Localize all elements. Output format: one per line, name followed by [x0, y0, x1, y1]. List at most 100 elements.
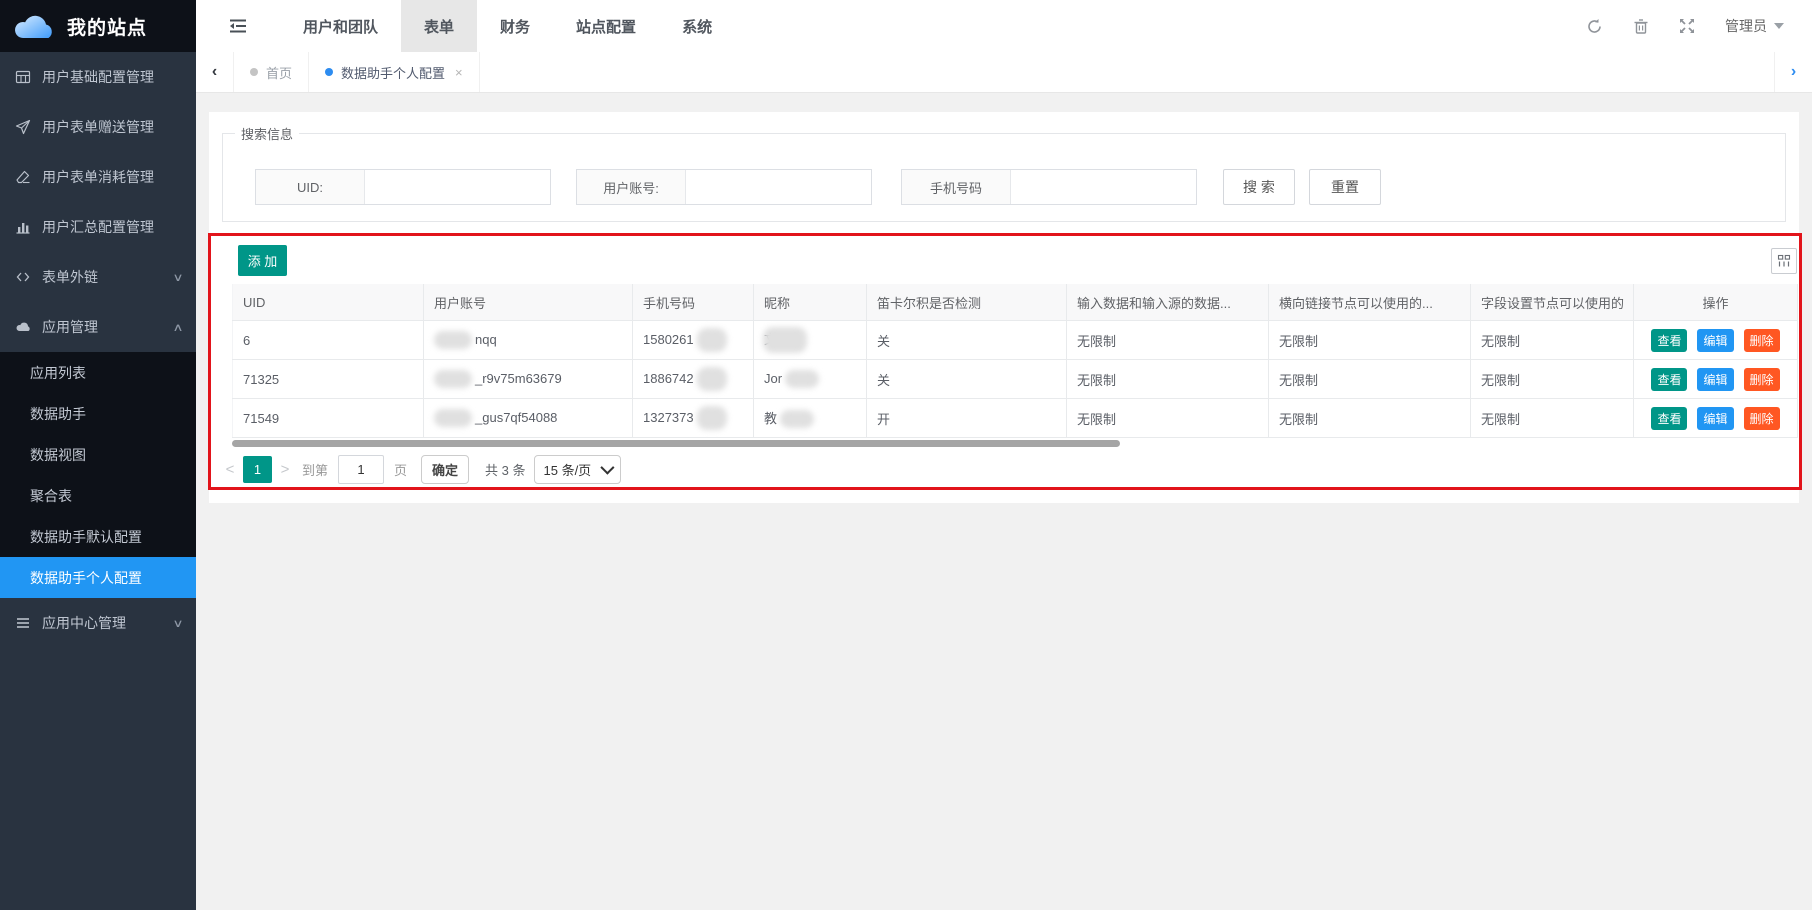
table-cell: 文 — [754, 321, 867, 360]
edit-button[interactable]: 编辑 — [1697, 329, 1733, 352]
redaction-blur — [785, 370, 819, 388]
redaction-blur — [434, 331, 472, 349]
phone-input[interactable] — [1011, 170, 1196, 204]
nav-item-site-config[interactable]: 站点配置 — [553, 0, 659, 52]
sidebar-subitem-aggregate-table[interactable]: 聚合表 — [0, 475, 196, 516]
nav-item-users-teams[interactable]: 用户和团队 — [280, 0, 401, 52]
nav-item-system[interactable]: 系统 — [659, 0, 735, 52]
page-1-button[interactable]: 1 — [243, 456, 272, 483]
search-button[interactable]: 搜 索 — [1223, 169, 1295, 205]
tab-home[interactable]: 首页 — [234, 52, 309, 92]
table-cell: 71549 — [233, 399, 424, 438]
trash-icon[interactable] — [1633, 18, 1649, 35]
user-menu[interactable]: 管理员 — [1725, 16, 1784, 36]
tabs-scroll-left-icon[interactable]: ‹ — [196, 52, 234, 92]
sidebar-item-label: 应用管理 — [42, 317, 163, 337]
sidebar-subitem-data-helper[interactable]: 数据助手 — [0, 393, 196, 434]
cloud-icon — [15, 319, 31, 335]
app-window: 我的站点 用户基础配置管理 用户表单赠送管理 用户表单消耗管理 用户汇总配置管理… — [0, 0, 1812, 910]
table-cell: 关 — [867, 360, 1067, 399]
nav-item-forms[interactable]: 表单 — [401, 0, 477, 52]
sidebar-subitem-app-list[interactable]: 应用列表 — [0, 352, 196, 393]
refresh-icon[interactable] — [1586, 18, 1603, 35]
column-settings-button[interactable] — [1771, 248, 1797, 274]
table-cell: 无限制 — [1269, 360, 1471, 399]
next-page-icon[interactable]: > — [274, 461, 296, 478]
table-cell: _r9v75m63679 — [424, 360, 633, 399]
column-header: 横向链接节点可以使用的... — [1269, 284, 1471, 321]
content-card: 搜索信息 UID: 用户账号: 手机号码 搜 索 重置 添 加 — [209, 112, 1799, 503]
column-header: 昵称 — [754, 284, 867, 321]
content-area: 搜索信息 UID: 用户账号: 手机号码 搜 索 重置 添 加 — [196, 92, 1812, 910]
close-icon[interactable]: × — [455, 65, 463, 80]
prev-page-icon[interactable]: < — [219, 461, 241, 478]
goto-page-input[interactable] — [338, 455, 384, 484]
sidebar-subitem-helper-personal-config[interactable]: 数据助手个人配置 — [0, 557, 196, 598]
sidebar-item-app-center-manage[interactable]: 应用中心管理 ∨ — [0, 598, 196, 648]
add-button[interactable]: 添 加 — [238, 245, 287, 276]
sidebar-item-user-base-config[interactable]: 用户基础配置管理 — [0, 52, 196, 102]
account-field-group: 用户账号: — [576, 169, 872, 205]
edit-button[interactable]: 编辑 — [1697, 368, 1733, 391]
edit-button[interactable]: 编辑 — [1697, 407, 1733, 430]
delete-button[interactable]: 删除 — [1744, 329, 1780, 352]
sidebar-collapse-button[interactable] — [196, 0, 280, 52]
hamburger-icon — [15, 615, 31, 631]
sidebar-subitem-data-view[interactable]: 数据视图 — [0, 434, 196, 475]
table-cell: 教 — [754, 399, 867, 438]
page-tabbar: ‹ 首页 数据助手个人配置 × › — [196, 52, 1812, 93]
confirm-button[interactable]: 确定 — [421, 455, 469, 484]
fullscreen-icon[interactable] — [1679, 18, 1695, 34]
total-count-label: 共 3 条 — [485, 460, 525, 479]
nav-item-finance[interactable]: 财务 — [477, 0, 553, 52]
view-button[interactable]: 查看 — [1651, 407, 1687, 430]
tabs-scroll-right-icon[interactable]: › — [1774, 52, 1812, 92]
sidebar-item-label: 应用中心管理 — [42, 613, 163, 633]
navbar-tools: 管理员 — [1586, 0, 1812, 52]
delete-button[interactable]: 删除 — [1744, 368, 1780, 391]
subitem-label: 数据助手 — [30, 404, 86, 424]
sidebar-item-form-gift[interactable]: 用户表单赠送管理 — [0, 102, 196, 152]
reset-button[interactable]: 重置 — [1309, 169, 1381, 205]
table-cell: 1580261 — [633, 321, 754, 360]
subitem-label: 应用列表 — [30, 363, 86, 383]
app-manage-submenu: 应用列表 数据助手 数据视图 聚合表 数据助手默认配置 数据助手个人配置 — [0, 352, 196, 598]
tab-helper-personal-config[interactable]: 数据助手个人配置 × — [309, 52, 480, 92]
column-header: 操作 — [1634, 284, 1798, 321]
chevron-down-icon — [601, 461, 615, 475]
table-cell: 6 — [233, 321, 424, 360]
redaction-blur — [763, 327, 807, 353]
data-table: UID用户账号手机号码昵称笛卡尔积是否检测输入数据和输入源的数据...横向链接节… — [232, 284, 1798, 438]
view-button[interactable]: 查看 — [1651, 329, 1687, 352]
horizontal-scrollbar-thumb[interactable] — [232, 440, 1120, 447]
view-button[interactable]: 查看 — [1651, 368, 1687, 391]
uid-input[interactable] — [365, 170, 550, 204]
redaction-blur — [697, 406, 727, 430]
sidebar-item-form-consume[interactable]: 用户表单消耗管理 — [0, 152, 196, 202]
tab-label: 首页 — [266, 63, 292, 82]
nav-label: 财务 — [500, 16, 530, 37]
delete-button[interactable]: 删除 — [1744, 407, 1780, 430]
bar-chart-icon — [15, 219, 31, 235]
grid-icon — [15, 69, 31, 85]
table-cell: 1327373 — [633, 399, 754, 438]
chevron-down-icon — [1774, 23, 1784, 29]
tab-dot-icon — [250, 68, 258, 76]
sidebar-subitem-helper-default-config[interactable]: 数据助手默认配置 — [0, 516, 196, 557]
page-size-value: 15 条/页 — [544, 460, 592, 479]
user-name: 管理员 — [1725, 16, 1767, 36]
column-header: 输入数据和输入源的数据... — [1067, 284, 1269, 321]
sidebar-item-summary-config[interactable]: 用户汇总配置管理 — [0, 202, 196, 252]
subitem-label: 聚合表 — [30, 486, 72, 506]
sidebar: 我的站点 用户基础配置管理 用户表单赠送管理 用户表单消耗管理 用户汇总配置管理… — [0, 0, 196, 910]
search-panel: 搜索信息 UID: 用户账号: 手机号码 搜 索 重置 — [222, 124, 1786, 222]
column-header: UID — [233, 284, 424, 321]
sidebar-item-app-manage[interactable]: 应用管理 ∧ — [0, 302, 196, 352]
page-size-select[interactable]: 15 条/页 — [534, 455, 622, 484]
account-input[interactable] — [686, 170, 871, 204]
columns-icon — [1777, 254, 1791, 268]
table-cell: 无限制 — [1471, 399, 1634, 438]
nav-label: 站点配置 — [576, 16, 636, 37]
sidebar-item-form-extlink[interactable]: 表单外链 ∨ — [0, 252, 196, 302]
chevron-down-icon: ∨ — [172, 617, 183, 630]
